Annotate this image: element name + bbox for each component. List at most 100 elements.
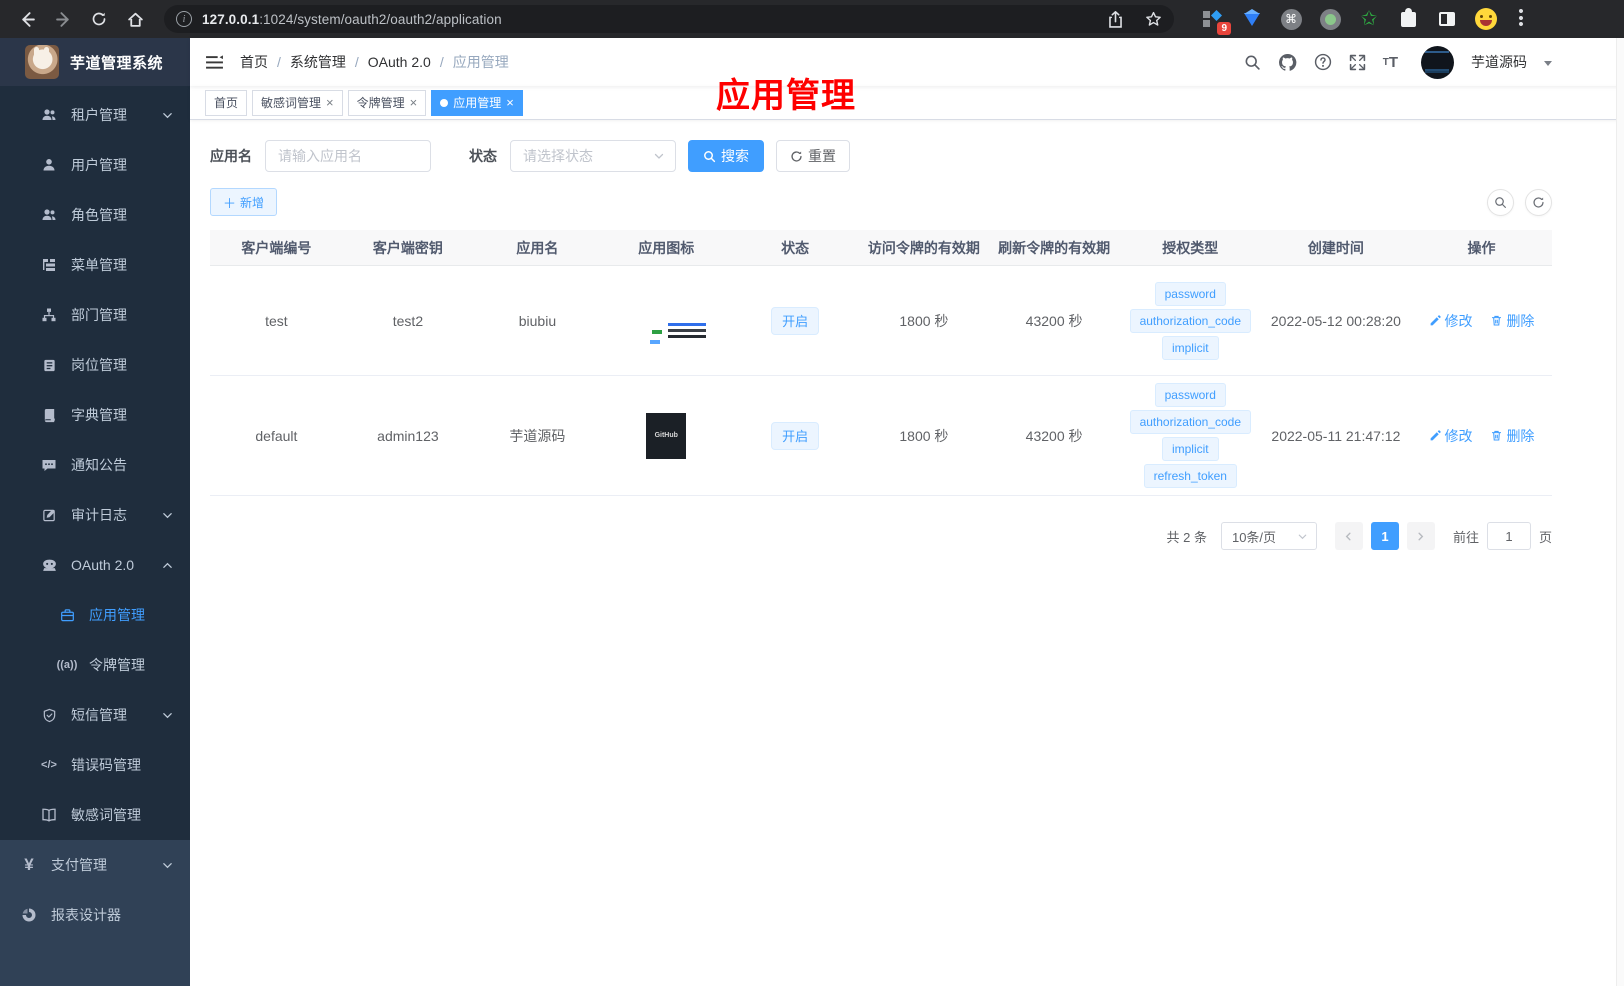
bookmark-star-icon[interactable] xyxy=(1145,11,1162,28)
extension-grid-icon[interactable]: 9 xyxy=(1202,8,1231,35)
browser-address-bar[interactable]: i 127.0.0.1:1024/system/oauth2/oauth2/ap… xyxy=(164,5,1174,33)
org-tree-icon xyxy=(40,307,58,323)
green-star-icon[interactable]: ✩ xyxy=(1358,8,1380,30)
status-select[interactable]: 请选择状态 xyxy=(510,140,676,172)
sidebar-item-label: 报表设计器 xyxy=(51,907,121,923)
delete-button[interactable]: 删除 xyxy=(1490,426,1534,446)
gem-icon[interactable] xyxy=(1241,8,1263,30)
help-icon[interactable] xyxy=(1314,53,1332,71)
sidebar-item-oauth2-token[interactable]: ((a)) 令牌管理 xyxy=(0,640,190,690)
search-icon[interactable] xyxy=(1244,54,1261,71)
sidebar-fold-icon[interactable] xyxy=(205,54,224,71)
breadcrumb-home[interactable]: 首页 xyxy=(240,52,268,72)
tab-token[interactable]: 令牌管理 × xyxy=(347,89,427,116)
grant-types-cell: password authorization_code implicit xyxy=(1120,281,1261,360)
sidebar-item-menu[interactable]: 菜单管理 xyxy=(0,240,190,290)
tab-sensitive-word[interactable]: 敏感词管理 × xyxy=(252,89,343,116)
site-info-icon[interactable]: i xyxy=(176,11,192,27)
edit-button[interactable]: 修改 xyxy=(1429,426,1473,446)
reset-button[interactable]: 重置 xyxy=(776,140,850,172)
close-icon[interactable]: × xyxy=(326,96,334,109)
shield-check-icon xyxy=(40,708,58,723)
sidebar-item-dict[interactable]: 字典管理 xyxy=(0,390,190,440)
signal-token-icon: ((a)) xyxy=(56,659,78,671)
record-extension-icon[interactable] xyxy=(1319,8,1341,30)
status-badge: 开启 xyxy=(771,421,820,450)
github-icon[interactable] xyxy=(1278,53,1297,72)
emoji-avatar-icon[interactable] xyxy=(1475,8,1497,30)
sidebar-item-pay[interactable]: ¥ 支付管理 xyxy=(0,840,190,890)
open-book-icon xyxy=(40,807,58,823)
font-size-icon[interactable]: TT xyxy=(1383,54,1398,71)
prev-page-button[interactable] xyxy=(1334,522,1363,550)
sidebar-item-post[interactable]: 岗位管理 xyxy=(0,340,190,390)
filter-form: 应用名 状态 请选择状态 搜索 重置 xyxy=(210,140,1552,172)
sidebar-item-sms[interactable]: 短信管理 xyxy=(0,690,190,740)
pie-chart-icon xyxy=(20,907,38,923)
sidebar-item-role[interactable]: 角色管理 xyxy=(0,190,190,240)
operations-cell: 修改 删除 xyxy=(1411,311,1552,331)
share-icon[interactable] xyxy=(1108,10,1123,28)
sidebar-item-notice[interactable]: 通知公告 xyxy=(0,440,190,490)
tab-home[interactable]: 首页 xyxy=(205,89,248,116)
chevron-down-icon xyxy=(654,153,664,159)
breadcrumb-system[interactable]: 系统管理 xyxy=(290,52,346,72)
browser-forward-button[interactable] xyxy=(48,4,78,34)
app-name-input[interactable] xyxy=(265,140,431,172)
puzzle-extension-icon[interactable] xyxy=(1397,7,1419,30)
refresh-token-ttl-cell: 43200 秒 xyxy=(1025,427,1083,444)
refresh-table-button[interactable] xyxy=(1525,188,1552,216)
grant-tag: implicit xyxy=(1161,437,1219,461)
breadcrumb-oauth2[interactable]: OAuth 2.0 xyxy=(368,54,431,70)
sidebar-item-tenant[interactable]: 租户管理 xyxy=(0,90,190,140)
app-logo[interactable]: 芋道管理系统 xyxy=(0,38,190,86)
created-cell: 2022-05-11 21:47:12 xyxy=(1271,427,1401,444)
split-screen-icon[interactable] xyxy=(1436,8,1458,30)
access-token-ttl-cell: 1800 秒 xyxy=(899,312,949,329)
page-content: 应用名 状态 请选择状态 搜索 重置 xyxy=(190,120,1624,986)
fullscreen-icon[interactable] xyxy=(1349,54,1366,71)
browser-menu-icon[interactable]: • • • xyxy=(1514,4,1528,33)
sidebar-item-report-designer[interactable]: 报表设计器 xyxy=(0,890,190,940)
username[interactable]: 芋道源码 xyxy=(1471,52,1527,72)
sidebar-item-errorcode[interactable]: </> 错误码管理 xyxy=(0,740,190,790)
close-icon[interactable]: × xyxy=(506,96,514,109)
chevron-down-icon xyxy=(1298,534,1307,539)
sidebar-top-level-section: ¥ 支付管理 报表设计器 xyxy=(0,840,190,986)
app-icon-github-dark[interactable]: GitHub xyxy=(646,412,687,459)
grant-tag: password xyxy=(1154,383,1226,407)
browser-reload-button[interactable] xyxy=(84,4,114,34)
add-button[interactable]: ＋ 新增 xyxy=(210,188,278,216)
breadcrumb-current: 应用管理 xyxy=(452,54,509,70)
caret-down-icon[interactable] xyxy=(1544,61,1552,66)
client-robot-icon xyxy=(40,557,58,574)
avatar[interactable] xyxy=(1421,45,1454,79)
sidebar-item-sensitive-word[interactable]: 敏感词管理 xyxy=(0,790,190,840)
user-icon xyxy=(40,157,58,173)
close-icon[interactable]: × xyxy=(410,96,418,109)
goto-page-input[interactable] xyxy=(1486,522,1531,550)
search-icon xyxy=(704,150,716,162)
page-number-1[interactable]: 1 xyxy=(1370,522,1399,550)
sidebar-item-label: 支付管理 xyxy=(51,857,107,873)
sidebar-item-label: 菜单管理 xyxy=(71,257,127,273)
sidebar-item-auditlog[interactable]: 审计日志 xyxy=(0,490,190,540)
sidebar-item-user[interactable]: 用户管理 xyxy=(0,140,190,190)
refresh-token-ttl-cell: 43200 秒 xyxy=(1025,312,1083,329)
tab-application-active[interactable]: 应用管理 × xyxy=(431,89,523,116)
edit-button[interactable]: 修改 xyxy=(1429,311,1473,331)
command-extension-icon[interactable]: ⌘ xyxy=(1280,8,1302,30)
page-size-select[interactable]: 10条/页 xyxy=(1220,522,1317,550)
browser-back-button[interactable] xyxy=(12,4,42,34)
sidebar-item-dept[interactable]: 部门管理 xyxy=(0,290,190,340)
window-scrollbar[interactable] xyxy=(1616,38,1624,986)
delete-button[interactable]: 删除 xyxy=(1490,311,1534,331)
next-page-button[interactable] xyxy=(1406,522,1435,550)
browser-home-button[interactable] xyxy=(120,4,150,34)
client-secret-cell: admin123 xyxy=(377,427,439,444)
sidebar-item-oauth2-application[interactable]: 应用管理 xyxy=(0,590,190,640)
sidebar-item-label: 敏感词管理 xyxy=(71,807,141,823)
sidebar-item-oauth2[interactable]: OAuth 2.0 xyxy=(0,540,190,590)
search-button[interactable]: 搜索 xyxy=(688,140,764,172)
toggle-search-button[interactable] xyxy=(1487,188,1514,216)
